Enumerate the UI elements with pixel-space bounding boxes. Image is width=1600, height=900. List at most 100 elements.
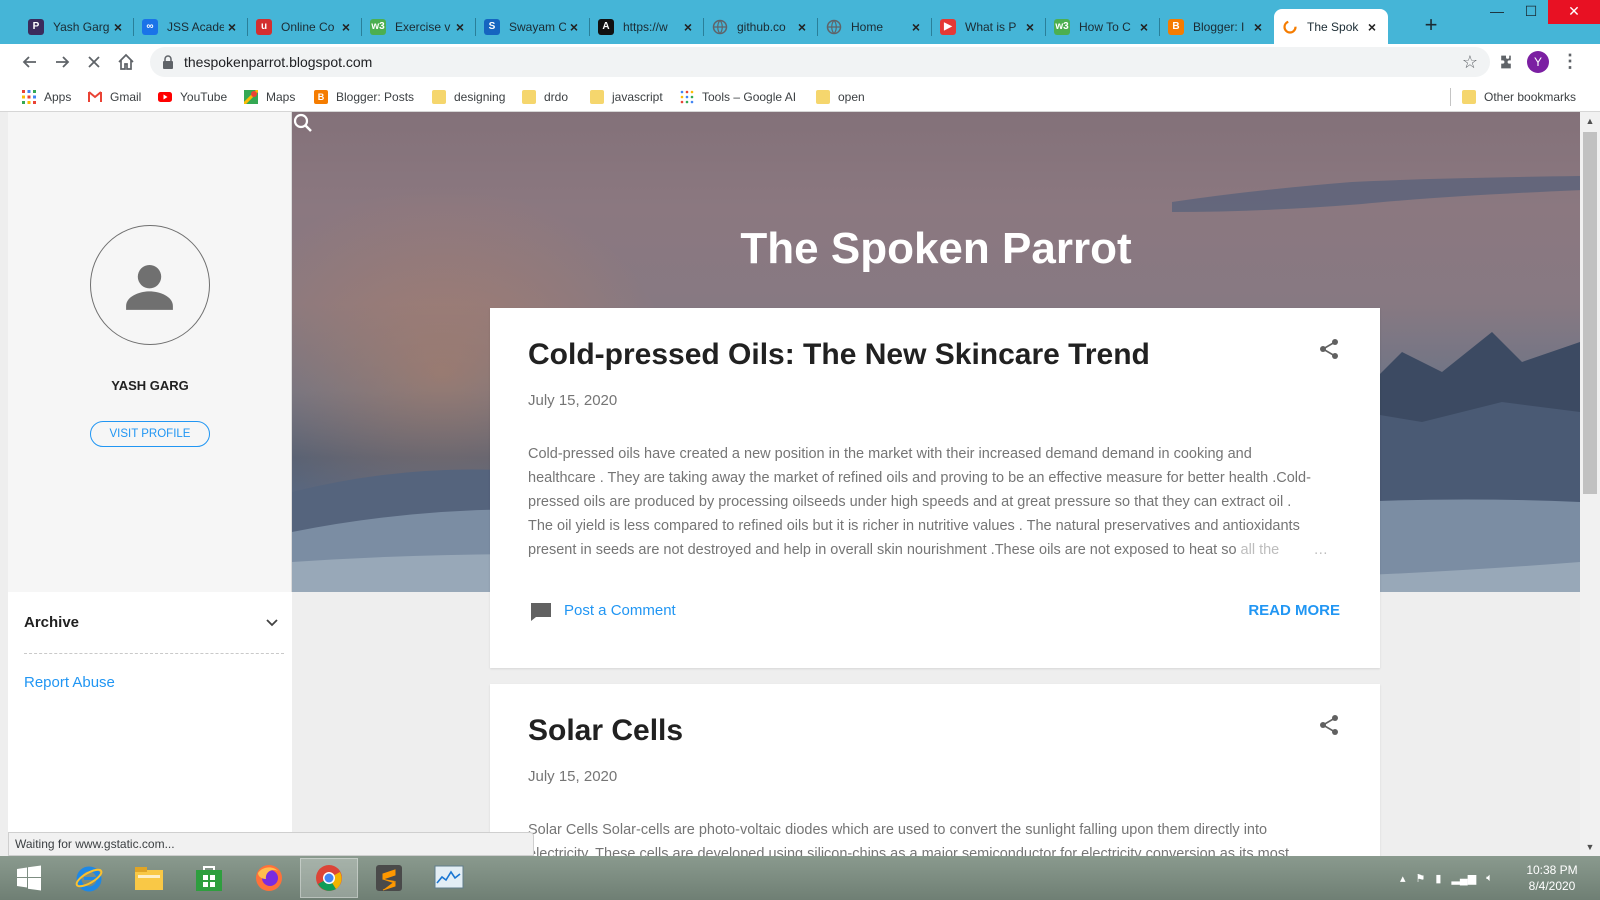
- browser-tab[interactable]: B Blogger: I ×: [1160, 9, 1274, 44]
- tab-title: The Spok: [1307, 19, 1359, 34]
- tab-strip: P Yash Garg × ∞ JSS Acade × u Online Co × w3 Exerc…: [0, 0, 1600, 44]
- taskbar-clock[interactable]: 10:38 PM 8/4/2020: [1512, 862, 1592, 894]
- profile-picture[interactable]: [90, 225, 210, 345]
- bookmark-label: Blogger: Posts: [336, 90, 415, 104]
- back-arrow-icon: [22, 56, 36, 68]
- bookmark-folder-drdo[interactable]: drdo: [522, 88, 568, 106]
- chevron-down-icon[interactable]: [264, 614, 280, 630]
- minimize-button[interactable]: —: [1480, 0, 1514, 24]
- new-tab-button[interactable]: +: [1418, 13, 1444, 39]
- profile-avatar[interactable]: Y: [1527, 51, 1549, 73]
- close-tab-icon[interactable]: ×: [1250, 19, 1266, 35]
- store-icon: [196, 866, 222, 891]
- bookmark-separator: [1450, 88, 1451, 106]
- tray-chevron-icon[interactable]: ▴: [1400, 872, 1406, 885]
- browser-tab[interactable]: ▶ What is P ×: [932, 9, 1046, 44]
- browser-tab[interactable]: github.co ×: [704, 9, 818, 44]
- taskbar-internet-explorer[interactable]: [60, 858, 118, 898]
- bookmark-folder-javascript[interactable]: javascript: [590, 88, 663, 106]
- browser-tab[interactable]: Home ×: [818, 9, 932, 44]
- taskbar-sublime-text[interactable]: [360, 858, 418, 898]
- close-tab-icon[interactable]: ×: [794, 19, 810, 35]
- close-tab-icon[interactable]: ×: [566, 19, 582, 35]
- bookmark-star-icon[interactable]: ☆: [1462, 52, 1478, 73]
- scroll-down-arrow-icon[interactable]: ▼: [1585, 842, 1595, 852]
- browser-tab[interactable]: u Online Co ×: [248, 9, 362, 44]
- bookmark-maps[interactable]: Maps: [244, 88, 295, 106]
- tab-title: Home: [851, 19, 884, 34]
- taskbar-task-manager[interactable]: [420, 858, 478, 898]
- bookmark-apps[interactable]: Apps: [22, 88, 71, 106]
- forward-button[interactable]: [48, 48, 76, 76]
- close-tab-icon[interactable]: ×: [908, 19, 924, 35]
- close-tab-icon[interactable]: ×: [452, 19, 468, 35]
- post-title[interactable]: Cold-pressed Oils: The New Skincare Tren…: [528, 338, 1150, 372]
- close-tab-icon[interactable]: ×: [680, 19, 696, 35]
- network-signal-icon[interactable]: ▂▄▆: [1451, 872, 1476, 885]
- scrollbar-thumb[interactable]: [1583, 132, 1597, 494]
- scroll-up-arrow-icon[interactable]: ▲: [1585, 116, 1595, 126]
- post-title[interactable]: Solar Cells: [528, 714, 683, 748]
- browser-tab[interactable]: Ahttps://w ×: [590, 9, 704, 44]
- bookmark-gmail[interactable]: Gmail: [88, 88, 141, 106]
- folder-icon: [590, 90, 604, 104]
- report-abuse-link[interactable]: Report Abuse: [24, 674, 115, 691]
- bookmark-youtube[interactable]: YouTube: [158, 88, 227, 106]
- maximize-button[interactable]: ☐: [1514, 0, 1548, 24]
- browser-tab[interactable]: w3 How To C ×: [1046, 9, 1160, 44]
- visit-profile-button[interactable]: VISIT PROFILE: [90, 421, 210, 447]
- bookmark-google-ai[interactable]: Tools – Google AI: [680, 88, 796, 106]
- post-date[interactable]: July 15, 2020: [528, 392, 617, 409]
- chrome-menu-icon[interactable]: ⋮: [1560, 50, 1580, 74]
- folder-icon: [816, 90, 830, 104]
- read-more-link[interactable]: READ MORE: [1248, 602, 1340, 619]
- vertical-scrollbar[interactable]: ▲ ▼: [1580, 112, 1600, 856]
- volume-icon[interactable]: 🔈︎: [1486, 872, 1493, 885]
- browser-tab[interactable]: ∞ JSS Acade ×: [134, 9, 248, 44]
- other-bookmarks[interactable]: Other bookmarks: [1462, 88, 1576, 106]
- post-comment-link[interactable]: Post a Comment: [564, 602, 676, 619]
- stop-loading-button[interactable]: [80, 48, 108, 76]
- action-center-flag-icon[interactable]: ⚑: [1416, 872, 1426, 885]
- browser-tab[interactable]: w3 Exercise v ×: [362, 9, 476, 44]
- comment-icon[interactable]: [530, 602, 552, 622]
- url-text[interactable]: thespokenparrot.blogspot.com: [184, 54, 372, 70]
- taskbar-file-explorer[interactable]: [120, 858, 178, 898]
- close-tab-icon[interactable]: ×: [224, 19, 240, 35]
- taskbar-store[interactable]: [180, 858, 238, 898]
- bookmark-label: javascript: [612, 90, 663, 104]
- share-icon[interactable]: [1318, 714, 1340, 736]
- share-icon[interactable]: [1318, 338, 1340, 360]
- browser-tab[interactable]: S Swayam C ×: [476, 9, 590, 44]
- browser-tab[interactable]: P Yash Garg ×: [20, 9, 134, 44]
- taskbar-firefox[interactable]: [240, 858, 298, 898]
- browser-tab[interactable]: The Spok ×: [1274, 9, 1388, 44]
- bookmark-folder-open[interactable]: open: [816, 88, 865, 106]
- taskbar-chrome[interactable]: [300, 858, 358, 898]
- address-bar[interactable]: thespokenparrot.blogspot.com ☆: [150, 47, 1490, 77]
- close-tab-icon[interactable]: ×: [338, 19, 354, 35]
- close-tab-icon[interactable]: ×: [110, 19, 126, 35]
- bookmark-blogger[interactable]: B Blogger: Posts: [314, 88, 414, 106]
- battery-icon[interactable]: ▮: [1435, 872, 1441, 885]
- close-window-button[interactable]: ✕: [1548, 0, 1600, 24]
- extensions-puzzle-icon[interactable]: [1494, 50, 1518, 74]
- close-tab-icon[interactable]: ×: [1364, 19, 1380, 35]
- post-date[interactable]: July 15, 2020: [528, 768, 617, 785]
- back-button[interactable]: [16, 48, 44, 76]
- snippet-line: healthcare . They are taking away the ma…: [528, 470, 1311, 486]
- snippet-fade-text: all the: [1240, 542, 1280, 558]
- bookmark-folder-designing[interactable]: designing: [432, 88, 505, 106]
- search-icon[interactable]: [292, 112, 314, 134]
- folder-icon: [432, 90, 446, 104]
- start-button[interactable]: [0, 858, 58, 898]
- home-button[interactable]: [112, 48, 140, 76]
- person-icon: [126, 265, 173, 310]
- close-tab-icon[interactable]: ×: [1136, 19, 1152, 35]
- clock-date: 8/4/2020: [1528, 879, 1576, 893]
- sublime-text-icon: [376, 865, 402, 891]
- bookmark-label: Tools – Google AI: [702, 90, 797, 104]
- close-tab-icon[interactable]: ×: [1022, 19, 1038, 35]
- archive-widget[interactable]: Archive: [24, 614, 284, 654]
- blog-title[interactable]: The Spoken Parrot: [292, 224, 1580, 274]
